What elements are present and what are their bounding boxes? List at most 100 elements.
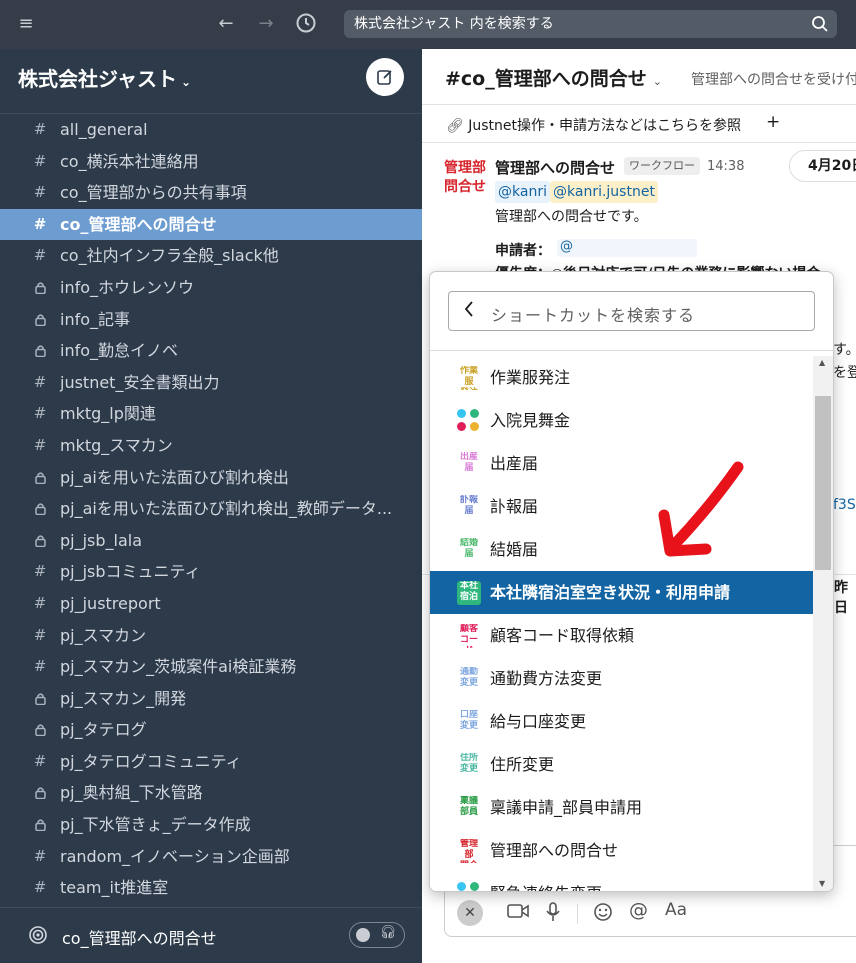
sidebar-item-channel[interactable]: pj_jsb_lala bbox=[0, 525, 422, 557]
shortcut-label: 本社隣宿泊室空き状況・利用申請 bbox=[490, 583, 731, 602]
shortcut-item[interactable]: 住所 変更 住所変更 bbox=[430, 743, 813, 786]
add-bookmark-button[interactable]: + bbox=[766, 112, 780, 132]
sidebar-item-channel[interactable]: pj_aiを用いた法面ひび割れ検出 bbox=[0, 462, 422, 494]
channel-name: pj_jsb_lala bbox=[60, 530, 143, 550]
sidebar-item-channel[interactable]: # team_it推進室 bbox=[0, 872, 422, 904]
channel-name: justnet_安全書類出力 bbox=[60, 372, 220, 392]
search-icon[interactable] bbox=[811, 10, 829, 43]
format-button[interactable]: Aa bbox=[665, 900, 687, 920]
sidebar-item-channel[interactable]: pj_aiを用いた法面ひび割れ検出_教師データ... bbox=[0, 493, 422, 525]
red-arrow-annotation bbox=[658, 461, 744, 557]
sidebar-item-channel[interactable]: # mktg_スマカン bbox=[0, 430, 422, 462]
sidebar-item-channel[interactable]: # pj_justreport bbox=[0, 588, 422, 620]
workspace-name: 株式会社ジャスト bbox=[18, 67, 177, 91]
scrollbar-thumb[interactable] bbox=[815, 396, 831, 570]
scroll-up-icon[interactable]: ▲ bbox=[819, 358, 825, 367]
hash-icon: # bbox=[33, 878, 47, 897]
sidebar-item-channel[interactable]: info_勤怠イノベ bbox=[0, 335, 422, 367]
headphones-icon: 🎧︎ bbox=[379, 925, 396, 940]
sidebar-item-channel[interactable]: # all_general bbox=[0, 114, 422, 146]
shortcut-label: 住所変更 bbox=[490, 755, 555, 774]
shortcut-search-input[interactable]: ショートカットを検索する bbox=[448, 291, 815, 331]
toolbar-divider bbox=[577, 904, 578, 924]
sidebar-item-channel[interactable]: # co_横浜本社連絡用 bbox=[0, 146, 422, 178]
channel-title[interactable]: #co_管理部への問合せ ⌄ bbox=[445, 64, 662, 91]
shortcut-item[interactable]: 緊急連絡先変更 bbox=[430, 872, 813, 891]
chevron-down-icon: ⌄ bbox=[652, 75, 662, 88]
arrow-left-icon[interactable]: ← bbox=[214, 12, 238, 36]
close-icon[interactable]: ✕ bbox=[457, 900, 483, 926]
top-bar: ≡ ← → 株式会社ジャスト 内を検索する bbox=[0, 0, 856, 49]
search-input[interactable]: 株式会社ジャスト 内を検索する bbox=[344, 10, 837, 38]
sidebar-item-channel[interactable]: # co_管理部への問合せ bbox=[0, 208, 422, 241]
bookmark-link[interactable]: 🔗︎ Justnet操作・申請方法などはこちらを参照 bbox=[446, 115, 741, 135]
shortcut-label: 入院見舞金 bbox=[490, 411, 571, 430]
shortcut-item[interactable]: 作業服 発注作業服発注 bbox=[430, 356, 813, 399]
sidebar-item-channel[interactable]: # justnet_安全書類出力 bbox=[0, 367, 422, 399]
message-link-fragment[interactable]: f3S bbox=[833, 497, 856, 513]
shortcut-label: 顧客コード取得依頼 bbox=[490, 626, 635, 645]
hash-icon: # bbox=[33, 657, 47, 676]
video-icon[interactable] bbox=[507, 902, 529, 925]
shortcut-list: 作業服 発注作業服発注入院見舞金出産届出産届訃報届訃報届結婚届結婚届本社 宿泊本… bbox=[430, 356, 813, 891]
clock-icon[interactable] bbox=[294, 12, 318, 36]
lock-icon bbox=[33, 714, 47, 746]
sidebar-item-channel[interactable]: # pj_タテログコミュニティ bbox=[0, 746, 422, 778]
sidebar-item-channel[interactable]: info_ホウレンソウ bbox=[0, 272, 422, 304]
link-icon: 🔗︎ bbox=[446, 118, 464, 134]
scroll-down-icon[interactable]: ▼ bbox=[819, 879, 825, 888]
shortcut-search-placeholder: ショートカットを検索する bbox=[491, 306, 696, 325]
sidebar-item-channel[interactable]: pj_スマカン_開発 bbox=[0, 683, 422, 715]
workflow-icon: 通勤 変更 bbox=[459, 667, 478, 688]
message-time[interactable]: 14:38 bbox=[707, 159, 744, 174]
shortcut-label: 訃報届 bbox=[490, 497, 539, 516]
sidebar-item-channel[interactable]: pj_奥村組_下水管路 bbox=[0, 777, 422, 809]
chevron-left-icon[interactable] bbox=[463, 300, 475, 322]
applicant-label: 申請者： bbox=[495, 243, 551, 259]
sidebar-item-channel[interactable]: # co_管理部からの共有事項 bbox=[0, 177, 422, 209]
sidebar-item-channel[interactable]: pj_タテログ bbox=[0, 714, 422, 746]
shortcut-item[interactable]: 口座 変更 給与口座変更 bbox=[430, 700, 813, 743]
sidebar-item-channel[interactable]: # mktg_lp関連 bbox=[0, 398, 422, 430]
sidebar-item-channel[interactable]: # pj_スマカン bbox=[0, 620, 422, 652]
shortcut-item[interactable]: 入院見舞金 bbox=[430, 399, 813, 442]
mic-icon[interactable] bbox=[545, 902, 561, 927]
huddle-icon bbox=[28, 925, 48, 950]
app-dots-icon bbox=[457, 882, 481, 891]
workspace-menu[interactable]: 株式会社ジャスト ⌄ bbox=[18, 63, 191, 92]
arrow-right-icon[interactable]: → bbox=[254, 12, 278, 36]
hamburger-icon[interactable]: ≡ bbox=[14, 12, 38, 36]
hash-icon: # bbox=[33, 562, 47, 581]
sidebar-item-channel[interactable]: # pj_スマカン_茨城案件ai検証業務 bbox=[0, 651, 422, 683]
huddle-toggle[interactable]: 🎧︎ bbox=[349, 922, 405, 948]
at-icon[interactable]: @ bbox=[629, 899, 648, 921]
shortcut-item[interactable]: 本社 宿泊 本社隣宿泊室空き状況・利用申請 bbox=[430, 571, 813, 614]
sidebar-item-channel[interactable]: # random_イノベーション企画部 bbox=[0, 841, 422, 873]
sidebar-item-channel[interactable]: pj_下水管きょ_データ作成 bbox=[0, 809, 422, 841]
sidebar-item-channel[interactable]: # pj_jsbコミュニティ bbox=[0, 556, 422, 588]
shortcut-item[interactable]: 顧客 コード顧客コード取得依頼 bbox=[430, 614, 813, 657]
date-divider-pill[interactable]: 4月20日 bbox=[789, 150, 856, 182]
emoji-icon[interactable] bbox=[593, 902, 613, 927]
mention-kanri[interactable]: @kanri bbox=[495, 181, 550, 203]
avatar[interactable]: 管理部 問合せ bbox=[444, 159, 486, 201]
scrollbar[interactable]: ▲ ▼ bbox=[813, 356, 833, 891]
lock-icon bbox=[33, 335, 47, 367]
applicant-mention[interactable]: @ bbox=[557, 239, 697, 257]
shortcut-label: 管理部への問合せ bbox=[490, 841, 619, 860]
shortcut-item[interactable]: 管理部 問合せ管理部への問合せ bbox=[430, 829, 813, 872]
day-label[interactable]: 昨日 bbox=[834, 577, 856, 617]
shortcut-item[interactable]: 通勤 変更 通勤費方法変更 bbox=[430, 657, 813, 700]
sidebar-item-channel[interactable]: # co_社内インフラ全般_slack他 bbox=[0, 240, 422, 272]
shortcut-label: 出産届 bbox=[490, 454, 539, 473]
sidebar-item-channel[interactable]: info_記事 bbox=[0, 304, 422, 336]
shortcut-item[interactable]: 稟議 部員 稟議申請_部員申請用 bbox=[430, 786, 813, 829]
chevron-down-icon: ⌄ bbox=[181, 75, 192, 89]
lock-icon bbox=[33, 272, 47, 304]
mention-kanri-justnet[interactable]: @kanri.justnet bbox=[550, 181, 658, 203]
workflow-icon: 結婚届 bbox=[459, 538, 478, 559]
app-dots-icon bbox=[457, 409, 481, 433]
workflow-icon: 作業服 発注 bbox=[459, 366, 478, 390]
compose-button[interactable] bbox=[366, 58, 404, 96]
message-sender[interactable]: 管理部への問合せ bbox=[495, 157, 615, 178]
